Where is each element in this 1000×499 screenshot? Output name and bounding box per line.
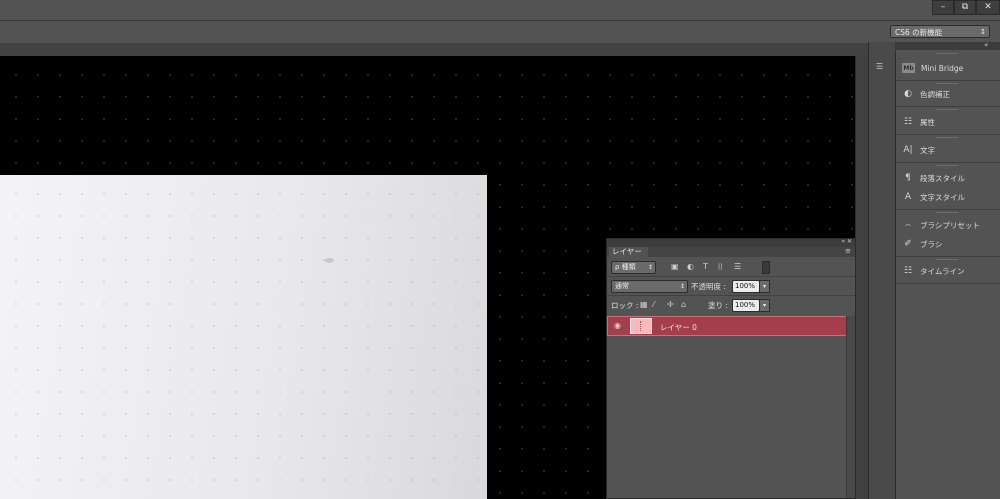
filter-toggle[interactable] <box>762 261 770 274</box>
thumbnail-mark <box>640 321 642 331</box>
panel-grip <box>936 259 958 260</box>
panel-label: ブラシ <box>920 239 943 249</box>
lock-label: ロック : <box>611 301 639 310</box>
workspace-switcher-label: CS6 の新機能 <box>895 28 943 37</box>
properties-icon: ☷ <box>903 117 913 127</box>
panel-label: Mini Bridge <box>921 63 964 73</box>
character-styles-icon: A <box>904 192 912 202</box>
panel-label: 段落スタイル <box>920 173 965 183</box>
chevron-updown-icon: ↕ <box>980 28 986 36</box>
lock-transparency-icon[interactable]: ▦ <box>640 300 648 309</box>
opacity-input[interactable]: 100% <box>732 280 760 293</box>
layers-scrollbar[interactable] <box>846 316 855 498</box>
shape-layer-filter-icon[interactable]: ⌷ <box>718 262 723 272</box>
opacity-dropdown-icon[interactable]: ▾ <box>759 280 770 293</box>
divider <box>896 162 1000 163</box>
panel-label: タイムライン <box>920 266 965 276</box>
panel-grip <box>936 83 958 84</box>
lock-position-icon[interactable]: ✛ <box>667 300 674 309</box>
panel-header-controls[interactable]: « ✕ <box>841 238 852 245</box>
divider <box>896 134 1000 135</box>
history-icon[interactable]: ☰ <box>876 62 887 73</box>
collapsed-panels: Mb Mini Bridge ◐ 色調補正 ☷ 属性 A| 文字 ¶ 段落スタイ… <box>895 50 1000 499</box>
collapse-panel-icon[interactable]: « <box>984 41 988 49</box>
options-bar: CS6 の新機能 ↕ <box>0 20 1000 44</box>
layer-thumbnail <box>630 318 652 334</box>
lock-image-pixels-icon[interactable]: ⁄ <box>653 300 654 309</box>
eye-visibility-icon[interactable]: ◉ <box>614 321 621 330</box>
divider <box>896 283 1000 284</box>
panel-properties[interactable]: ☷ 属性 <box>902 113 994 131</box>
panel-character[interactable]: A| 文字 <box>902 141 994 159</box>
layer-filter-kind[interactable]: ρ 種類 ↕ <box>611 261 656 274</box>
panel-brush[interactable]: ✐ ブラシ <box>902 235 994 253</box>
divider <box>896 106 1000 107</box>
chevron-updown-icon: ↕ <box>647 264 653 271</box>
panel-timeline[interactable]: ☷ タイムライン <box>902 262 994 280</box>
type-layer-filter-icon[interactable]: T <box>703 262 708 271</box>
brush-presets-icon: ⌢ <box>905 220 911 230</box>
panel-menu-icon[interactable]: ≡ <box>845 247 851 255</box>
panel-grip <box>936 165 958 166</box>
title-bar: – ⧉ ✕ <box>0 0 1000 20</box>
restore-button[interactable]: ⧉ <box>954 0 976 15</box>
lock-all-icon[interactable]: ⌂ <box>681 300 686 309</box>
minimize-button[interactable]: – <box>932 0 954 15</box>
fill-input[interactable]: 100% <box>732 299 760 312</box>
filter-kind-label: ρ 種類 <box>615 263 636 271</box>
divider <box>896 80 1000 81</box>
close-button[interactable]: ✕ <box>976 0 1000 15</box>
adjustments-icon: ◐ <box>904 89 912 99</box>
adjustment-layer-filter-icon[interactable]: ◐ <box>687 262 694 271</box>
panel-label: 色調補正 <box>920 89 950 99</box>
mini-bridge-icon: Mb <box>902 63 915 73</box>
layer-row-selected[interactable]: ◉ レイヤー 0 <box>607 316 851 336</box>
divider <box>607 276 855 277</box>
timeline-icon: ☷ <box>903 266 913 276</box>
divider <box>607 295 855 296</box>
document-tab-strip <box>0 43 868 57</box>
panel-mini-bridge[interactable]: Mb Mini Bridge <box>902 59 994 77</box>
panel-paragraph-styles[interactable]: ¶ 段落スタイル <box>902 169 994 187</box>
layer-name[interactable]: レイヤー 0 <box>660 322 697 333</box>
blend-mode-label: 通常 <box>615 282 629 290</box>
layers-panel-header[interactable]: « ✕ <box>607 238 855 247</box>
panel-grip <box>936 53 958 54</box>
panel-character-styles[interactable]: A 文字スタイル <box>902 188 994 206</box>
panel-adjustments[interactable]: ◐ 色調補正 <box>902 85 994 103</box>
document-canvas[interactable] <box>0 175 487 499</box>
panel-brush-presets[interactable]: ⌢ ブラシプリセット <box>902 216 994 234</box>
divider <box>896 209 1000 210</box>
fill-label: 塗り : <box>708 301 728 310</box>
paragraph-styles-icon: ¶ <box>905 173 911 183</box>
opacity-label: 不透明度 : <box>691 282 726 291</box>
brush-icon: ✐ <box>904 239 912 249</box>
smart-object-filter-icon[interactable]: ☰ <box>734 262 741 271</box>
chevron-updown-icon: ↕ <box>679 283 685 290</box>
panel-grip <box>936 109 958 110</box>
pixel-layer-filter-icon[interactable]: ▣ <box>671 262 679 271</box>
panel-grip <box>936 212 958 213</box>
panel-label: ブラシプリセット <box>920 220 980 230</box>
blend-mode-select[interactable]: 通常 ↕ <box>611 280 688 293</box>
canvas-vertical-scrollbar[interactable] <box>855 56 868 499</box>
icon-dock: ☰ <box>868 42 895 499</box>
divider <box>896 256 1000 257</box>
canvas-smudge <box>325 258 334 263</box>
tab-layers[interactable]: レイヤー <box>609 247 648 257</box>
fill-dropdown-icon[interactable]: ▾ <box>759 299 770 312</box>
panel-label: 文字 <box>920 145 935 155</box>
panel-label: 属性 <box>920 117 935 127</box>
workspace-switcher[interactable]: CS6 の新機能 ↕ <box>890 25 990 38</box>
layers-panel: « ✕ ≡ レイヤー ρ 種類 ↕ ▣ ◐ T ⌷ ☰ 通常 ↕ 不透明度 : … <box>606 238 856 499</box>
panel-grip <box>936 137 958 138</box>
layers-list-empty-area <box>607 337 847 498</box>
panel-label: 文字スタイル <box>920 192 965 202</box>
character-icon: A| <box>903 145 913 155</box>
